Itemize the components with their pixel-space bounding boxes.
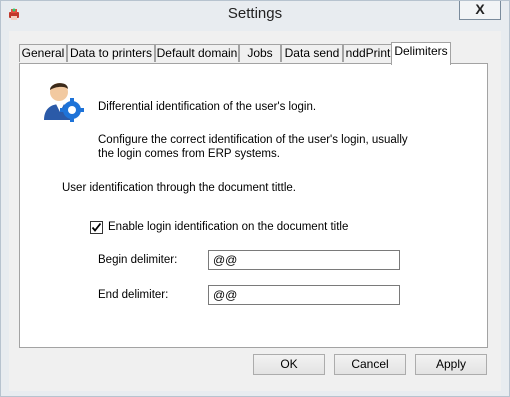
close-button[interactable]: X [459,1,501,20]
enable-login-checkbox[interactable] [90,221,103,234]
description-line-2: the login comes from ERP systems. [98,148,280,160]
checkmark-icon [91,222,102,232]
settings-window: Settings X General Data to printers Defa… [0,0,510,397]
dialog-body: General Data to printers Default domain … [9,31,501,391]
user-settings-icon [44,83,84,122]
ok-button[interactable]: OK [253,354,325,375]
description-line-1: Configure the correct identification of … [98,134,408,146]
section-label: User identification through the document… [62,182,296,194]
tab-nddprint[interactable]: nddPrint [343,44,393,62]
tab-data-send[interactable]: Data send [281,44,343,62]
tab-general[interactable]: General [19,44,67,62]
tab-data-to-printers[interactable]: Data to printers [67,44,155,62]
checkbox-label: Enable login identification on the docum… [108,221,349,233]
end-delimiter-label: End delimiter: [98,289,169,301]
tab-delimiters[interactable]: Delimiters [391,42,451,65]
begin-delimiter-input[interactable]: @@ [208,250,400,270]
end-delimiter-input[interactable]: @@ [208,285,400,305]
panel-heading: Differential identification of the user'… [98,101,317,113]
begin-delimiter-label: Begin delimiter: [98,254,178,266]
window-title: Settings [227,5,283,22]
title-bar: Settings X [1,1,509,29]
tab-jobs[interactable]: Jobs [239,44,281,62]
tab-default-domain[interactable]: Default domain [155,44,239,62]
apply-button[interactable]: Apply [415,354,487,375]
delimiters-panel: Differential identification of the user'… [19,63,488,348]
cancel-button[interactable]: Cancel [334,354,406,375]
